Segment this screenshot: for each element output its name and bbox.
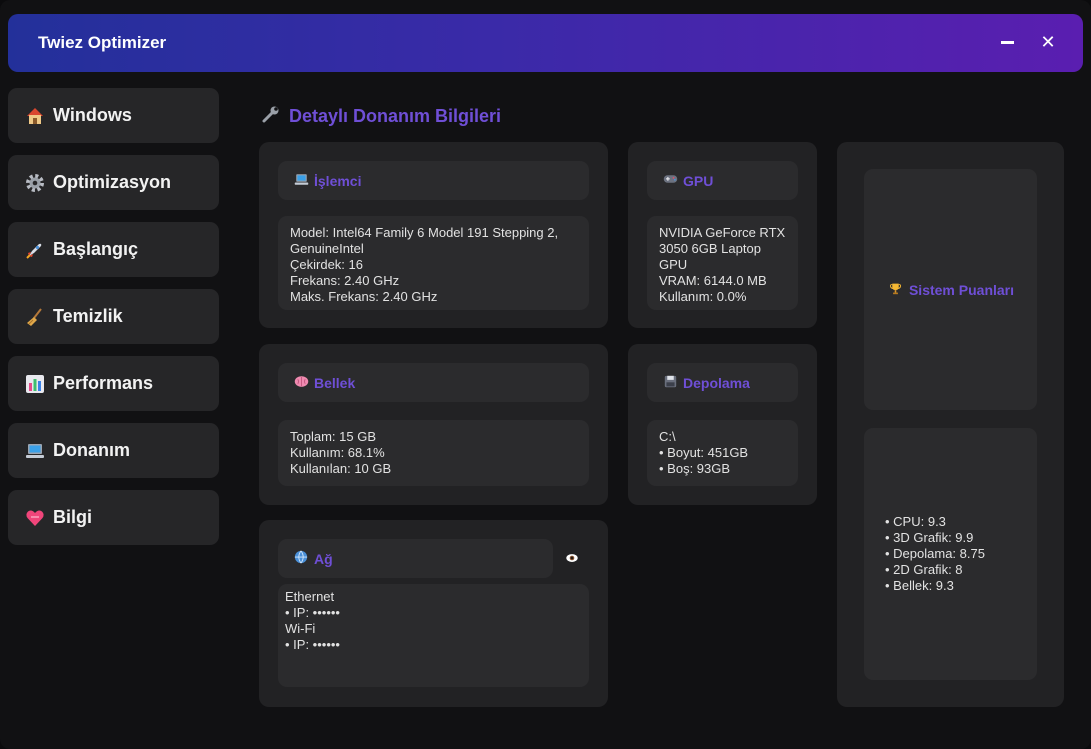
storage-card: Depolama C:\ • Boyut: 451GB • Boş: 93GB [628,344,817,505]
network-header: Ağ [278,539,553,578]
sidebar-item-label: Performans [53,373,154,393]
storage-line: • Boş: 93GB [659,461,731,476]
score-line: • Bellek: 9.3 [885,578,954,593]
app-title: Twiez Optimizer [38,33,167,52]
gpu-line: VRAM: 6144.0 MB [659,273,767,288]
memory-line: Kullanım: 68.1% [290,445,385,460]
memory-details: Toplam: 15 GB Kullanım: 68.1% Kullanılan… [278,420,589,486]
laptop-icon [24,440,46,462]
score-line: • 2D Grafik: 8 [885,562,963,577]
memory-line: Toplam: 15 GB [290,429,376,444]
cpu-line: Maks. Frekans: 2.40 GHz [290,289,438,304]
network-details: Ethernet • IP: •••••• Wi-Fi • IP: •••••• [278,584,589,687]
rocket-icon [24,239,46,261]
cpu-header: İşlemci [278,161,589,200]
sidebar-item-performans[interactable]: Performans [8,356,219,411]
gpu-header: GPU [647,161,798,200]
score-line: • CPU: 9.3 [885,514,946,529]
gpu-line: Kullanım: 0.0% [659,289,747,304]
close-icon: ✕ [1040,32,1056,52]
wrench-icon [261,104,283,129]
network-line: Wi-Fi [285,621,316,636]
network-line: • IP: •••••• [285,605,340,620]
sidebar-item-donanim[interactable]: Donanım [8,423,219,478]
memory-line: Kullanılan: 10 GB [290,461,392,476]
cpu-line: GenuineIntel [290,241,364,256]
gpu-card: GPU NVIDIA GeForce RTX 3050 6GB Laptop G… [628,142,817,328]
sidebar-item-label: Optimizasyon [53,172,172,192]
cpu-label: İşlemci [314,172,362,189]
gpu-label: GPU [683,172,714,189]
cpu-line: Model: Intel64 Family 6 Model 191 Steppi… [290,225,559,240]
sidebar-item-label: Bilgi [53,507,92,527]
gear-icon [24,172,46,194]
storage-line: • Boyut: 451GB [659,445,749,460]
scores-header: Sistem Puanları [864,169,1037,410]
gamepad-icon [661,173,679,188]
sidebar-item-label: Donanım [53,440,131,460]
heart-icon [24,507,46,529]
title-bar: Twiez Optimizer ✕ [8,14,1083,72]
close-button[interactable]: ✕ [1034,28,1062,56]
memory-header: Bellek [278,363,589,402]
sidebar-item-label: Windows [53,105,132,125]
storage-header: Depolama [647,363,798,402]
cpu-card: İşlemci Model: Intel64 Family 6 Model 19… [259,142,608,328]
gpu-line: NVIDIA GeForce RTX [659,225,786,240]
globe-icon [292,550,310,567]
scores-card: Sistem Puanları • CPU: 9.3 • 3D Grafik: … [837,142,1064,707]
house-icon [24,105,46,127]
sidebar-item-label: Başlangıç [53,239,139,259]
floppy-disk-icon [661,375,679,391]
network-line: Ethernet [285,589,335,604]
page-title-text: Detaylı Donanım Bilgileri [289,106,502,126]
storage-line: C:\ [659,429,676,444]
score-line: • Depolama: 8.75 [885,546,985,561]
cpu-details: Model: Intel64 Family 6 Model 191 Steppi… [278,216,589,310]
bar-chart-icon [24,373,46,395]
score-line: • 3D Grafik: 9.9 [885,530,974,545]
minimize-button[interactable] [993,28,1021,56]
storage-details: C:\ • Boyut: 451GB • Boş: 93GB [647,420,798,486]
sidebar-item-baslangic[interactable]: Başlangıç [8,222,219,277]
app-window: Twiez Optimizer ✕ Windows Optimizasyon B… [0,0,1091,749]
cpu-line: Çekirdek: 16 [290,257,363,272]
trophy-icon [887,282,905,298]
network-card: Ağ Ethernet • IP: •••••• Wi-Fi • IP: •••… [259,520,608,707]
cpu-line: Frekans: 2.40 GHz [290,273,400,288]
broom-icon [24,306,46,328]
gpu-line: 3050 6GB Laptop [659,241,761,256]
gpu-details: NVIDIA GeForce RTX 3050 6GB Laptop GPU V… [647,216,798,310]
scores-details: • CPU: 9.3 • 3D Grafik: 9.9 • Depolama: … [864,428,1037,680]
sidebar-item-label: Temizlik [53,306,123,326]
memory-card: Bellek Toplam: 15 GB Kullanım: 68.1% Kul… [259,344,608,505]
scores-label: Sistem Puanları [908,281,1015,298]
sidebar-item-temizlik[interactable]: Temizlik [8,289,219,344]
sidebar-item-windows[interactable]: Windows [8,88,219,143]
storage-label: Depolama [683,374,750,391]
sidebar: Windows Optimizasyon Başlangıç Temizlik … [8,88,219,557]
page-title: Detaylı Donanım Bilgileri [261,104,501,129]
minimize-icon [1000,40,1014,44]
laptop-icon [292,173,310,189]
network-line: • IP: •••••• [285,637,340,652]
sidebar-item-optimizasyon[interactable]: Optimizasyon [8,155,219,210]
brain-icon [292,375,310,391]
network-label: Ağ [314,550,333,567]
sidebar-item-bilgi[interactable]: Bilgi [8,490,219,545]
gpu-line: GPU [659,257,688,272]
memory-label: Bellek [314,374,356,391]
toggle-ip-visibility-icon[interactable] [565,551,581,567]
